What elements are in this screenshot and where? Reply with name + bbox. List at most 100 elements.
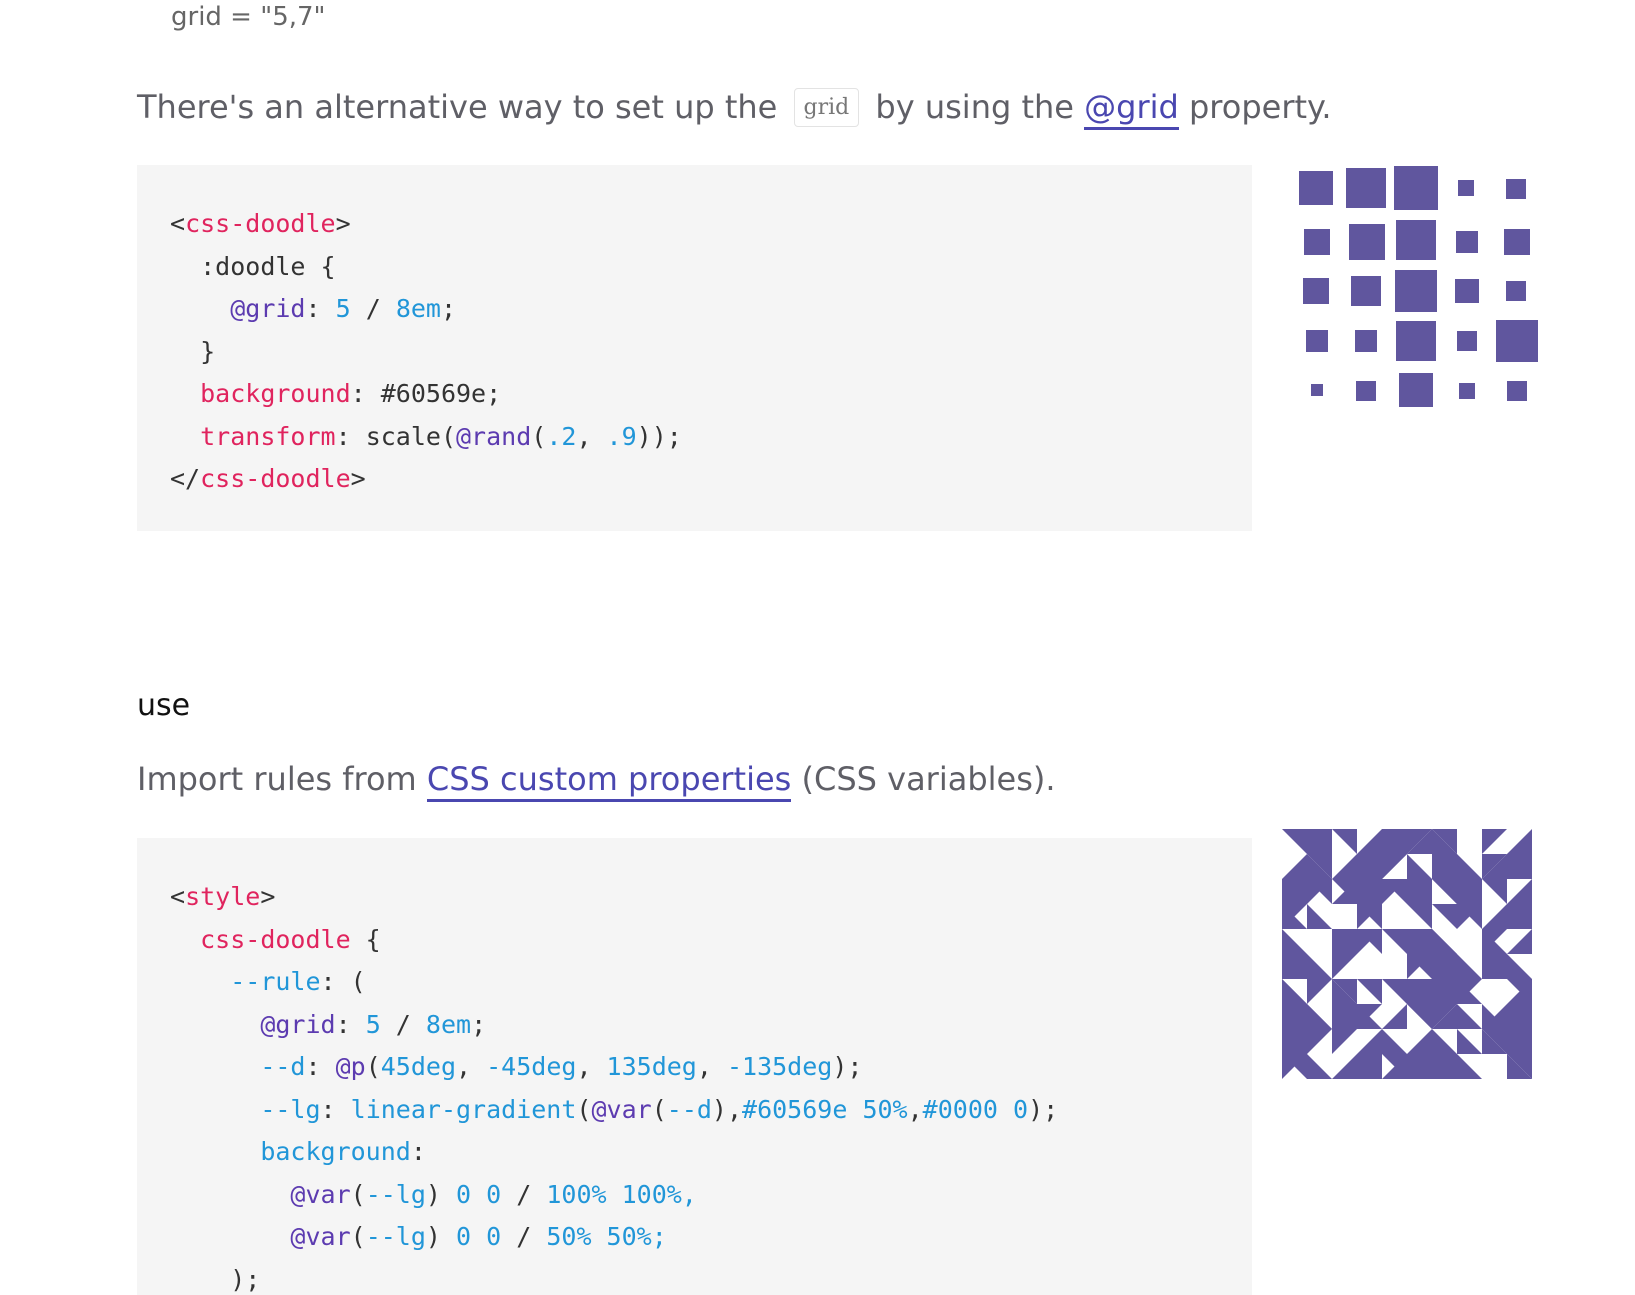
doodle-triangle bbox=[1307, 1004, 1332, 1029]
use-code-bg-line2-pos: 0 0 bbox=[456, 1222, 502, 1251]
doodle-triangle bbox=[1457, 1004, 1482, 1029]
doodle-triangle bbox=[1382, 854, 1407, 879]
triangle-doodle-tiles bbox=[1282, 829, 1532, 1079]
doodle-square bbox=[1304, 229, 1330, 255]
code-rand-at: @rand bbox=[456, 421, 532, 451]
doodle-triangle bbox=[1332, 829, 1357, 854]
use-code-bg-prop: background bbox=[260, 1137, 411, 1166]
use-code-p-arg: -45deg bbox=[486, 1052, 577, 1081]
grid-intro-text-middle: by using the bbox=[865, 88, 1085, 126]
use-code-grid-num: 5 bbox=[365, 1009, 381, 1039]
doodle-square bbox=[1496, 320, 1538, 362]
use-code-p-arg: 135deg bbox=[606, 1052, 697, 1081]
code-bg-prop: background bbox=[200, 379, 351, 408]
doodle-triangle bbox=[1382, 1004, 1407, 1029]
doodle-triangle bbox=[1382, 1029, 1407, 1054]
grid-doodle-squares bbox=[1299, 166, 1538, 407]
previous-doodle-caption: grid = "5,7" bbox=[171, 2, 326, 32]
doodle-square bbox=[1355, 330, 1377, 352]
doodle-square bbox=[1458, 180, 1474, 196]
doodle-triangle bbox=[1357, 979, 1382, 1004]
use-code-lg-color: #60569e bbox=[742, 1094, 848, 1124]
use-code-lg-stop1: 50% bbox=[862, 1094, 908, 1124]
use-code-bg-line1-pos: 0 0 bbox=[456, 1179, 502, 1209]
use-code-lg-inner-var: --d bbox=[666, 1094, 712, 1124]
doodle-square bbox=[1311, 384, 1323, 396]
grid-intro-text-before: There's an alternative way to set up the bbox=[137, 88, 788, 126]
use-code-selector: css-doodle bbox=[200, 924, 351, 954]
code-selector: :doodle bbox=[200, 251, 306, 281]
doodle-square bbox=[1399, 373, 1433, 407]
use-code-lg-color2: #0000 bbox=[922, 1094, 998, 1124]
use-code-lg-fn: linear-gradient bbox=[350, 1094, 577, 1124]
doodle-triangle bbox=[1282, 929, 1332, 979]
doodle-triangle bbox=[1407, 1004, 1432, 1029]
use-code-grid-unit: 8em bbox=[425, 1009, 472, 1039]
use-section-title: use bbox=[137, 688, 191, 723]
use-code-bg-line2-size: 50% 50%; bbox=[546, 1222, 667, 1251]
css-custom-properties-link[interactable]: CSS custom properties bbox=[426, 760, 792, 802]
grid-intro-text-after: property. bbox=[1178, 88, 1332, 126]
doodle-triangle bbox=[1307, 904, 1332, 929]
grid-inline-code: grid bbox=[793, 88, 860, 127]
use-code-close: ); bbox=[230, 1264, 261, 1294]
use-code-lg-var: --lg bbox=[260, 1094, 321, 1124]
doodle-square bbox=[1506, 281, 1526, 301]
code-close-tag: css-doodle bbox=[200, 464, 351, 493]
code-rand-close: )); bbox=[636, 421, 682, 451]
doodle-triangle bbox=[1482, 879, 1507, 904]
code-transform-fn: scale( bbox=[365, 421, 456, 451]
doodle-square bbox=[1299, 171, 1333, 205]
use-code-bg-line1-var: --lg bbox=[365, 1179, 426, 1209]
grid-doodle-preview bbox=[1299, 166, 1538, 407]
use-intro-paragraph: Import rules from CSS custom properties … bbox=[137, 760, 1056, 802]
code-open-tag: css-doodle bbox=[185, 209, 336, 238]
use-code-lg-stop2: 0 bbox=[1013, 1094, 1029, 1124]
doodle-square bbox=[1506, 179, 1526, 199]
code-bg-value: #60569e bbox=[380, 379, 487, 408]
doodle-triangle bbox=[1407, 854, 1432, 879]
doodle-triangle bbox=[1282, 854, 1307, 879]
doodle-triangle bbox=[1307, 1054, 1332, 1079]
use-code-p-arg: 45deg bbox=[380, 1052, 457, 1081]
use-code-grid-at: @grid bbox=[260, 1009, 336, 1039]
doodle-square bbox=[1507, 381, 1527, 401]
code-grid-at: @grid bbox=[230, 294, 306, 323]
doodle-triangle bbox=[1332, 1029, 1357, 1054]
use-code-p-arg: -135deg bbox=[726, 1052, 833, 1081]
doodle-square bbox=[1349, 224, 1385, 260]
triangle-doodle-preview bbox=[1282, 829, 1532, 1079]
use-code-bg-line1-size: 100% 100%, bbox=[546, 1179, 697, 1209]
doodle-triangle bbox=[1432, 929, 1457, 954]
use-code-var-at: @var bbox=[290, 1179, 351, 1209]
doodle-square bbox=[1351, 276, 1381, 306]
doodle-triangle bbox=[1507, 929, 1532, 954]
doodle-triangle bbox=[1432, 904, 1457, 929]
doodle-square bbox=[1504, 229, 1530, 255]
use-intro-text-after: (CSS variables). bbox=[791, 760, 1056, 798]
doodle-square bbox=[1303, 278, 1329, 304]
grid-property-link[interactable]: @grid bbox=[1084, 88, 1179, 130]
use-code-block: <style> css-doodle { --rule: ( @grid: 5 … bbox=[137, 838, 1252, 1295]
doodle-triangle bbox=[1432, 879, 1457, 904]
use-code-var-at: @var bbox=[290, 1222, 351, 1251]
use-code-d-var: --d bbox=[260, 1052, 306, 1081]
use-code-rule-var: --rule bbox=[230, 967, 321, 996]
doodle-square bbox=[1396, 321, 1436, 361]
doodle-square bbox=[1455, 279, 1479, 303]
use-code-open-tag: style bbox=[185, 882, 261, 911]
doodle-triangle bbox=[1482, 829, 1507, 854]
grid-code-block: <css-doodle> :doodle { @grid: 5 / 8em; }… bbox=[137, 165, 1252, 531]
doodle-square bbox=[1356, 381, 1376, 401]
use-code-p-at: @p bbox=[335, 1052, 366, 1081]
doodle-triangle bbox=[1307, 979, 1332, 1004]
code-transform-prop: transform bbox=[200, 421, 336, 451]
grid-intro-paragraph: There's an alternative way to set up the… bbox=[137, 88, 1332, 130]
doodle-square bbox=[1306, 330, 1328, 352]
code-rand-a: .2 bbox=[546, 421, 577, 451]
use-intro-text-before: Import rules from bbox=[137, 760, 427, 798]
doodle-square bbox=[1459, 383, 1475, 399]
doodle-triangle bbox=[1457, 1029, 1482, 1054]
use-code-bg-line2-var: --lg bbox=[365, 1222, 426, 1251]
doodle-square bbox=[1394, 166, 1438, 210]
